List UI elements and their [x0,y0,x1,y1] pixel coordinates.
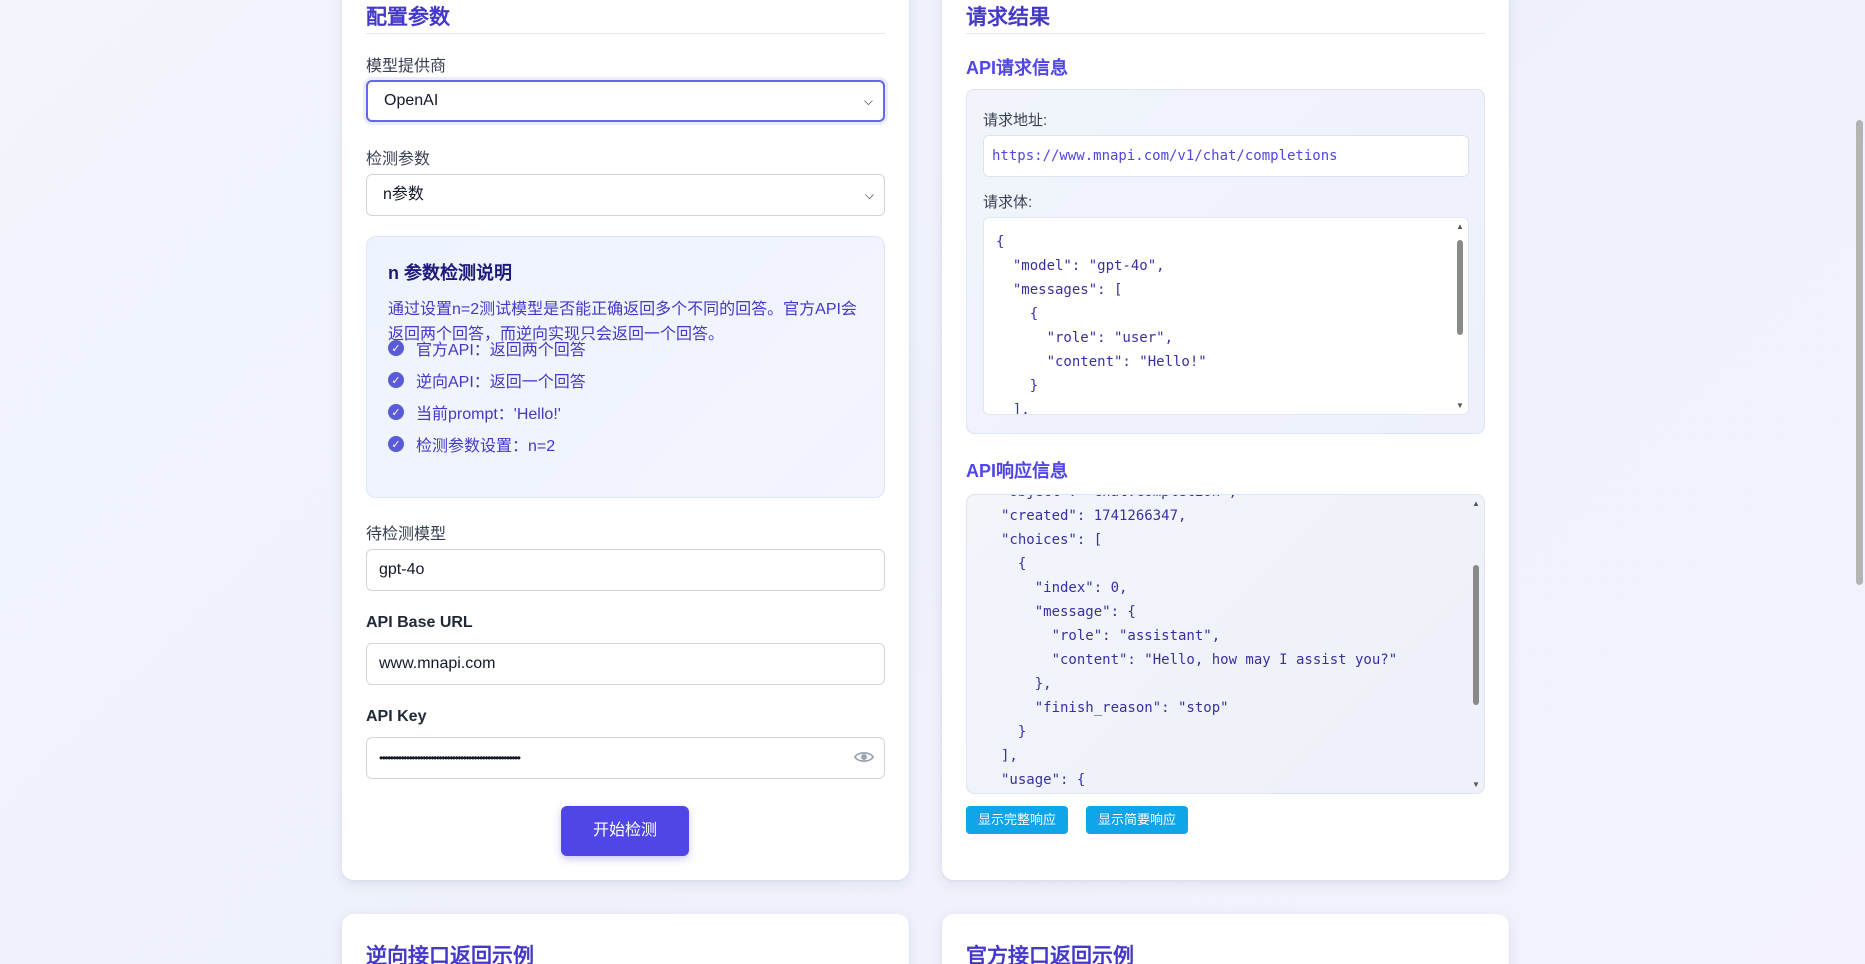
scroll-thumb[interactable] [1473,565,1479,705]
config-card: 配置参数 模型提供商 OpenAI ⌵ 检测参数 n参数 ⌵ n 参数检测说明 … [342,0,909,880]
request-info-title: API请求信息 [966,58,1069,78]
eye-icon[interactable] [854,750,874,764]
scroll-up-arrow-icon[interactable]: ▲ [1456,222,1464,231]
model-label: 待检测模型 [366,526,447,543]
show-brief-response-button[interactable]: 显示简要响应 [1086,806,1189,834]
config-divider [366,33,885,34]
info-item-text: 逆向API：返回一个回答 [416,374,586,391]
check-circle-icon: ✓ [388,340,404,356]
request-body-text: { "model": "gpt-4o", "messages": [ { "ro… [996,234,1207,415]
result-divider [966,33,1485,34]
api-key-input[interactable]: ••••••••••••••••••••••••••••••••••••••••… [366,737,885,779]
reverse-example-title: 逆向接口返回示例 [366,945,534,964]
info-item-text: 官方API：返回两个回答 [416,342,586,359]
info-box: n 参数检测说明 通过设置n=2测试模型是否能正确返回多个不同的回答。官方API… [366,236,885,498]
official-example-title: 官方接口返回示例 [966,945,1134,964]
response-scrollbar[interactable]: ▲ ▼ [1468,495,1484,793]
result-title: 请求结果 [966,6,1050,29]
response-info-title: API响应信息 [966,461,1069,481]
info-item: ✓ 官方API：返回两个回答 [388,336,586,360]
scroll-down-arrow-icon[interactable]: ▼ [1456,401,1464,410]
provider-label: 模型提供商 [366,58,447,75]
info-item-text: 检测参数设置：n=2 [416,438,556,455]
check-circle-icon: ✓ [388,404,404,420]
response-code-text: "object": "chat.completion", "created": … [1001,495,1398,788]
chevron-down-icon: ⌵ [863,94,873,108]
param-label: 检测参数 [366,151,431,168]
info-item: ✓ 逆向API：返回一个回答 [388,368,586,392]
check-circle-icon: ✓ [388,372,404,388]
api-key-value: ••••••••••••••••••••••••••••••••••••••••… [379,751,521,765]
param-value: n参数 [383,186,424,203]
result-card: 请求结果 API请求信息 请求地址: https://www.mnapi.com… [942,0,1509,880]
show-full-response-button[interactable]: 显示完整响应 [966,806,1069,834]
provider-value: OpenAI [384,92,439,109]
model-input[interactable]: gpt-4o [366,549,885,591]
request-url-field[interactable]: https://www.mnapi.com/v1/chat/completion… [983,135,1469,177]
info-title: n 参数检测说明 [388,263,512,283]
request-info-box: 请求地址: https://www.mnapi.com/v1/chat/comp… [966,89,1485,434]
base-url-label: API Base URL [366,614,473,631]
request-body-label: 请求体: [983,194,1033,211]
api-key-label: API Key [366,708,427,725]
request-body-code[interactable]: { "model": "gpt-4o", "messages": [ { "ro… [983,217,1469,415]
request-body-scrollbar[interactable]: ▲ ▼ [1452,218,1468,414]
provider-select[interactable]: OpenAI ⌵ [366,80,885,122]
info-item: ✓ 检测参数设置：n=2 [388,432,555,456]
request-url-label: 请求地址: [983,112,1048,129]
param-select[interactable]: n参数 ⌵ [366,174,885,216]
chevron-down-icon: ⌵ [864,188,874,202]
page-scrollbar[interactable] [1853,0,1865,964]
scroll-thumb[interactable] [1457,240,1463,335]
info-item: ✓ 当前prompt：'Hello!' [388,400,561,424]
start-detection-button[interactable]: 开始检测 [561,806,689,856]
page-scroll-thumb[interactable] [1856,120,1863,585]
check-circle-icon: ✓ [388,436,404,452]
response-code-box[interactable]: "object": "chat.completion", "created": … [966,494,1485,794]
base-url-input[interactable]: www.mnapi.com [366,643,885,685]
scroll-up-arrow-icon[interactable]: ▲ [1472,499,1480,508]
scroll-down-arrow-icon[interactable]: ▼ [1472,780,1480,789]
official-example-card: 官方接口返回示例 [942,914,1509,964]
info-item-text: 当前prompt：'Hello!' [416,406,561,423]
reverse-example-card: 逆向接口返回示例 [342,914,909,964]
config-title: 配置参数 [366,6,450,29]
